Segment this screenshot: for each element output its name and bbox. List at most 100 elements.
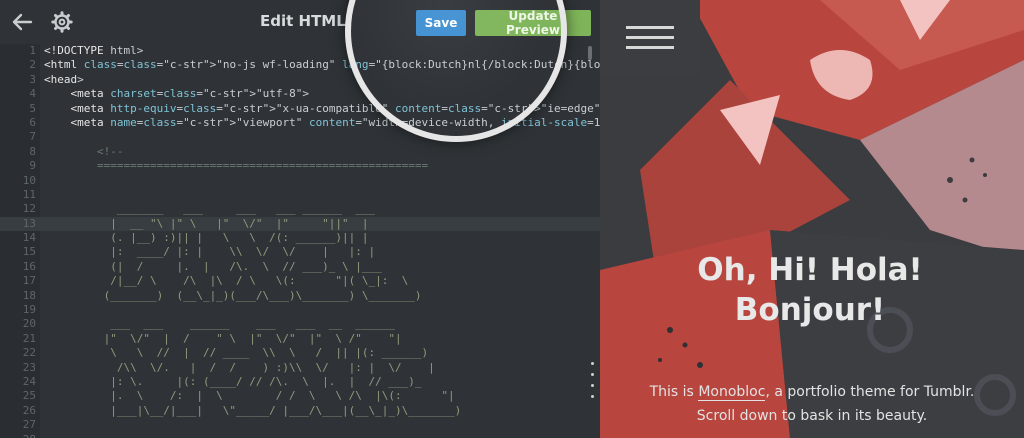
pane-resize-handle[interactable] — [591, 362, 595, 406]
code-text[interactable]: <head> — [44, 73, 84, 87]
code-line[interactable]: 9 ======================================… — [0, 159, 600, 173]
line-number: 22 — [22, 346, 36, 360]
code-line[interactable]: 26 |___|\__/|___| \"_____/ |___/\___|(__… — [0, 404, 600, 418]
code-area[interactable]: 1 <!DOCTYPE html> 2 <html class=class="c-st… — [0, 44, 600, 438]
code-line[interactable]: 18 (_______) (__\_|_)(___/\___)\_______)… — [0, 289, 600, 303]
code-text[interactable]: (_______) (__\_|_)(___/\___)\_______) \_… — [44, 289, 422, 303]
line-number: 23 — [22, 360, 36, 374]
code-line[interactable]: 14 (. |__) :)|| | \ \ /(: ______)|| | — [0, 231, 600, 245]
code-line[interactable]: 16 (| / |. | /\. \ // ___)_ \ |___ — [0, 260, 600, 274]
code-text[interactable]: /|__/ \ /\ |\ / \ \(: "|( \_|: \ — [44, 274, 408, 288]
editor-toolbar: Edit HTML Save Update Preview — [0, 0, 600, 44]
code-text[interactable]: <html class=class="c-str">"no-js wf-load… — [44, 58, 600, 72]
code-line[interactable]: 7 — [0, 130, 600, 144]
line-number: 3 — [29, 72, 36, 86]
line-number: 26 — [22, 403, 36, 417]
code-text[interactable]: <meta http-equiv=class="c-str">"x-ua-com… — [44, 102, 601, 116]
code-text[interactable]: |. \ /: | \ / / \ \ /\ |\(: "| — [44, 389, 454, 403]
gear-icon[interactable] — [50, 10, 74, 34]
hero-line-2: Bonjour! — [734, 292, 886, 328]
code-editor-panel: Edit HTML Save Update Preview 1 <!DOCTYPE… — [0, 0, 600, 438]
line-number: 18 — [22, 288, 36, 302]
line-number: 17 — [22, 274, 36, 288]
handle-dot — [591, 373, 594, 376]
code-text[interactable]: <!-- — [44, 145, 124, 159]
code-line[interactable]: 20 ___ ___ ______ ___ ___ __ ______ — [0, 317, 600, 331]
code-text[interactable]: /\\ \/. | / / ) :)\\ \/ |: | \/ | — [44, 361, 435, 375]
hero-line-1: Oh, Hi! Hola! — [697, 252, 923, 288]
code-text[interactable]: ========================================… — [44, 433, 428, 438]
line-number: 16 — [22, 259, 36, 273]
code-line[interactable]: 19 — [0, 303, 600, 317]
code-line[interactable]: 23 /\\ \/. | / / ) :)\\ \/ |: | \/ | — [0, 361, 600, 375]
code-text[interactable]: <!DOCTYPE html> — [44, 44, 143, 58]
code-line[interactable]: 15 |: ____/ |: | \\ \/ \/ | |: | — [0, 245, 600, 259]
line-number: 21 — [22, 331, 36, 345]
theme-preview-panel: Oh, Hi! Hola! Bonjour! This is Monobloc,… — [600, 0, 1024, 438]
code-text[interactable]: ___ ___ ______ ___ ___ __ ______ — [44, 317, 395, 331]
update-preview-button[interactable]: Update Preview — [475, 9, 591, 37]
line-number: 8 — [29, 144, 36, 158]
line-number: 2 — [29, 58, 36, 72]
page-title: Edit HTML — [260, 12, 346, 30]
line-number: 12 — [22, 202, 36, 216]
hero-heading: Oh, Hi! Hola! Bonjour! — [660, 250, 960, 330]
subtitle-pre: This is — [649, 384, 699, 400]
code-line[interactable]: 12 _______ ___ ___ ___ ______ ___ — [0, 202, 600, 216]
code-text[interactable]: |___|\__/|___| \"_____/ |___/\___|(__\_|… — [44, 404, 461, 418]
code-text[interactable]: |: ____/ |: | \\ \/ \/ | |: | — [44, 245, 375, 259]
line-number: 25 — [22, 389, 36, 403]
code-text[interactable]: ========================================… — [44, 159, 428, 173]
code-line[interactable]: 4 <meta charset=class="c-str">"utf-8"> — [0, 87, 600, 101]
line-number: 9 — [29, 159, 36, 173]
line-number: 28 — [0, 433, 44, 438]
line-number: 19 — [22, 303, 36, 317]
handle-dot — [591, 395, 594, 398]
line-number: 6 — [29, 115, 36, 129]
code-line[interactable]: 11 — [0, 188, 600, 202]
menu-bar — [626, 35, 674, 39]
subtitle-post: , a portfolio theme for Tumblr. — [765, 384, 975, 400]
code-line[interactable]: 27 — [0, 418, 600, 432]
code-line[interactable]: 13 | __ "\ |" \ |" \/" |" "||" | — [0, 216, 600, 232]
code-line[interactable]: 21 |" \/" | / " \ |" \/" |" \ /" "| — [0, 332, 600, 346]
code-text[interactable]: (. |__) :)|| | \ \ /(: ______)|| | — [44, 231, 368, 245]
hero-subtitle: This is Monobloc, a portfolio theme for … — [630, 380, 994, 428]
brand-link[interactable]: Monobloc — [698, 384, 766, 401]
code-text[interactable]: |: \. |(: (____/ // /\. \ |. | // ___)_ — [44, 375, 421, 389]
line-number: 7 — [29, 130, 36, 144]
hamburger-menu-icon[interactable] — [600, 0, 700, 74]
code-text[interactable]: <meta name=class="c-str">"viewport" cont… — [44, 116, 601, 130]
line-number: 13 — [22, 216, 36, 230]
code-line[interactable]: 5 <meta http-equiv=class="c-str">"x-ua-c… — [0, 102, 600, 116]
code-line[interactable]: 28 =====================================… — [0, 433, 600, 438]
code-line[interactable]: 3 <head> — [0, 73, 600, 87]
line-number: 20 — [22, 317, 36, 331]
code-line[interactable]: 17 /|__/ \ /\ |\ / \ \(: "|( \_|: \ — [0, 274, 600, 288]
menu-bar — [626, 25, 674, 29]
line-number: 10 — [22, 173, 36, 187]
code-line[interactable]: 24 |: \. |(: (____/ // /\. \ |. | // ___… — [0, 375, 600, 389]
code-line[interactable]: 6 <meta name=class="c-str">"viewport" co… — [0, 116, 600, 130]
code-text[interactable]: (| / |. | /\. \ // ___)_ \ |___ — [44, 260, 382, 274]
code-text[interactable]: | __ "\ |" \ |" \/" |" "||" | — [44, 217, 368, 231]
code-line[interactable]: 10 — [0, 174, 600, 188]
handle-dot — [591, 362, 594, 365]
code-line[interactable]: 25 |. \ /: | \ / / \ \ /\ |\(: "| — [0, 389, 600, 403]
code-text[interactable]: \ \ // | // ____ \\ \ / || |(: ______) — [44, 346, 428, 360]
line-number: 5 — [29, 101, 36, 115]
code-text[interactable]: |" \/" | / " \ |" \/" |" \ /" "| — [44, 332, 402, 346]
back-arrow-icon[interactable] — [10, 10, 34, 34]
code-line[interactable]: 22 \ \ // | // ____ \\ \ / || |(: ______… — [0, 346, 600, 360]
line-number: 14 — [22, 231, 36, 245]
code-line[interactable]: 8 <!-- — [0, 145, 600, 159]
line-number: 24 — [22, 374, 36, 388]
line-number: 4 — [29, 87, 36, 101]
code-text[interactable]: _______ ___ ___ ___ ______ ___ — [44, 202, 375, 216]
code-text[interactable]: <meta charset=class="c-str">"utf-8"> — [44, 87, 309, 101]
code-line[interactable]: 1 <!DOCTYPE html> — [0, 44, 600, 58]
save-button[interactable]: Save — [416, 10, 466, 36]
subtitle-line-2: Scroll down to bask in its beauty. — [696, 408, 928, 424]
code-line[interactable]: 2 <html class=class="c-str">"no-js wf-loa… — [0, 58, 600, 72]
editor-scrollbar[interactable] — [588, 46, 592, 60]
